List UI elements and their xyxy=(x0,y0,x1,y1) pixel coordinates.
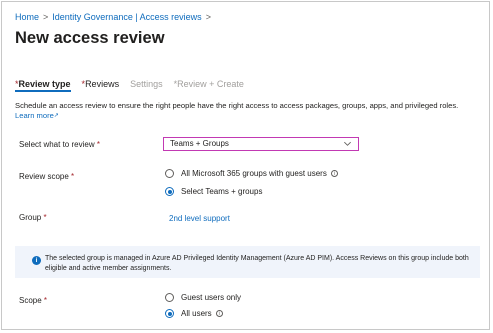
tab-reviews[interactable]: *Reviews xyxy=(82,79,120,92)
tab-review-type[interactable]: *Review type xyxy=(15,79,71,92)
learn-more-link[interactable]: Learn more↗ xyxy=(15,111,59,120)
required-mark: * xyxy=(43,213,47,222)
field-label-text: Review scope xyxy=(19,172,69,181)
breadcrumb: Home > Identity Governance | Access revi… xyxy=(15,12,215,22)
dropdown-value: Teams + Groups xyxy=(170,139,229,148)
radio-guest-users-only[interactable]: Guest users only xyxy=(165,293,241,302)
tab-label: Reviews xyxy=(85,79,120,89)
group-selection-link[interactable]: 2nd level support xyxy=(169,214,230,223)
more-options-button[interactable]: ··· xyxy=(146,30,161,44)
banner-message: The selected group is managed in Azure A… xyxy=(45,255,469,272)
radio-button[interactable] xyxy=(165,169,174,178)
tab-label: Review + Create xyxy=(177,79,244,89)
scope-label: Scope * xyxy=(19,296,47,305)
radio-button[interactable] xyxy=(165,187,174,196)
radio-button[interactable] xyxy=(165,309,174,318)
tab-settings: Settings xyxy=(130,79,163,92)
info-icon[interactable]: i xyxy=(215,310,223,317)
pim-info-banner: i The selected group is managed in Azure… xyxy=(15,246,480,278)
radio-label: Select Teams + groups xyxy=(181,187,263,196)
radio-button[interactable] xyxy=(165,293,174,302)
field-label-text: Group xyxy=(19,213,42,222)
tab-label: Review type xyxy=(18,79,71,89)
breadcrumb-access-reviews[interactable]: Identity Governance | Access reviews xyxy=(52,12,201,22)
radio-all-m365-groups[interactable]: All Microsoft 365 groups with guest user… xyxy=(165,169,338,178)
radio-label: All Microsoft 365 groups with guest user… xyxy=(181,169,327,178)
breadcrumb-separator: > xyxy=(43,12,49,22)
app-window: Home > Identity Governance | Access revi… xyxy=(1,1,490,330)
review-scope-label: Review scope * xyxy=(19,172,74,181)
required-mark: * xyxy=(71,172,75,181)
description: Schedule an access review to ensure the … xyxy=(15,101,480,121)
radio-all-users[interactable]: All users i xyxy=(165,309,223,318)
page-title: New access review xyxy=(15,29,165,47)
breadcrumb-home[interactable]: Home xyxy=(15,12,39,22)
required-mark: * xyxy=(96,140,100,149)
tab-label: Settings xyxy=(130,79,163,89)
radio-label: Guest users only xyxy=(181,293,242,302)
learn-more-label: Learn more xyxy=(15,111,54,120)
breadcrumb-separator: > xyxy=(205,12,211,22)
description-text: Schedule an access review to ensure the … xyxy=(15,101,459,110)
radio-select-teams-groups[interactable]: Select Teams + groups xyxy=(165,187,262,196)
chevron-down-icon xyxy=(344,141,351,146)
external-link-icon: ↗ xyxy=(53,113,59,119)
tab-review-create: *Review + Create xyxy=(174,79,244,92)
select-review-dropdown[interactable]: Teams + Groups xyxy=(163,137,359,151)
info-icon: i xyxy=(32,256,41,265)
required-mark: * xyxy=(43,296,48,305)
wizard-tabs: *Review type *Reviews Settings *Review +… xyxy=(15,79,255,92)
field-label-text: Scope xyxy=(19,296,42,305)
info-icon[interactable]: i xyxy=(330,170,338,177)
select-review-label: Select what to review * xyxy=(19,140,100,149)
group-label: Group * xyxy=(19,213,47,222)
field-label-text: Select what to review xyxy=(19,140,95,149)
radio-label: All users xyxy=(181,309,212,318)
